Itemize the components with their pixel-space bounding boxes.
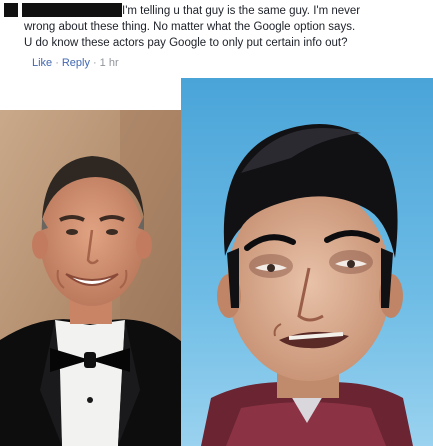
comment-meta: Like · Reply · 1 hr [32,57,119,69]
comment-text-line2: wrong about these thing. No matter what … [24,21,356,33]
timestamp: 1 hr [99,57,119,69]
comment-text-line1: I'm telling u that guy is the same guy. … [122,5,361,17]
tuxedo-man-illustration [0,110,182,446]
villain-character-illustration [181,78,433,446]
like-link[interactable]: Like [32,57,52,69]
photo-right-villain-character[interactable] [181,78,433,446]
reply-link[interactable]: Reply [62,57,90,69]
avatar-redacted[interactable] [4,3,18,17]
photo-left-tuxedo-man[interactable] [0,110,182,446]
comment: I'm telling u that guy is the same guy. … [0,0,433,78]
separator-dot: · [92,57,97,69]
separator-dot: · [55,57,59,69]
comment-text-line3: U do know these actors pay Google to onl… [24,37,348,49]
comment-body: I'm telling u that guy is the same guy. … [24,3,429,51]
